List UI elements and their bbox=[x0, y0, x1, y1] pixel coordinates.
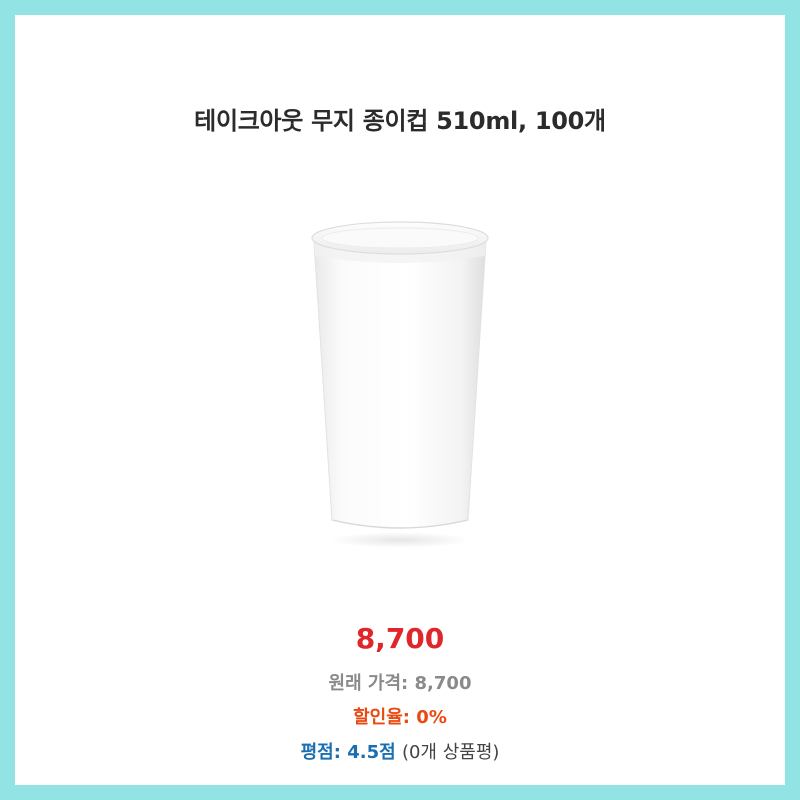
product-title[interactable]: 테이크아웃 무지 종이컵 510ml, 100개 bbox=[15, 101, 785, 136]
original-price-value: 8,700 bbox=[414, 673, 472, 694]
discount-label: 할인율: bbox=[353, 707, 411, 728]
paper-cup-image[interactable] bbox=[300, 210, 500, 550]
rating-label: 평점: bbox=[300, 742, 341, 763]
original-price-label: 원래 가격: bbox=[328, 673, 409, 694]
discount-row: 할인율: 0% bbox=[15, 703, 785, 729]
discount-value: 0% bbox=[416, 707, 447, 728]
original-price-row: 원래 가격: 8,700 bbox=[15, 669, 785, 695]
rating-row: 평점: 4.5점 (0개 상품평) bbox=[15, 738, 785, 764]
product-card[interactable]: 테이크아웃 무지 종이컵 510ml, 100개 8,700 원래 가격: 8,… bbox=[15, 15, 785, 785]
review-count-link[interactable]: (0개 상품평) bbox=[402, 742, 499, 763]
rating-value: 4.5점 bbox=[347, 742, 396, 763]
sale-price: 8,700 bbox=[355, 622, 445, 655]
